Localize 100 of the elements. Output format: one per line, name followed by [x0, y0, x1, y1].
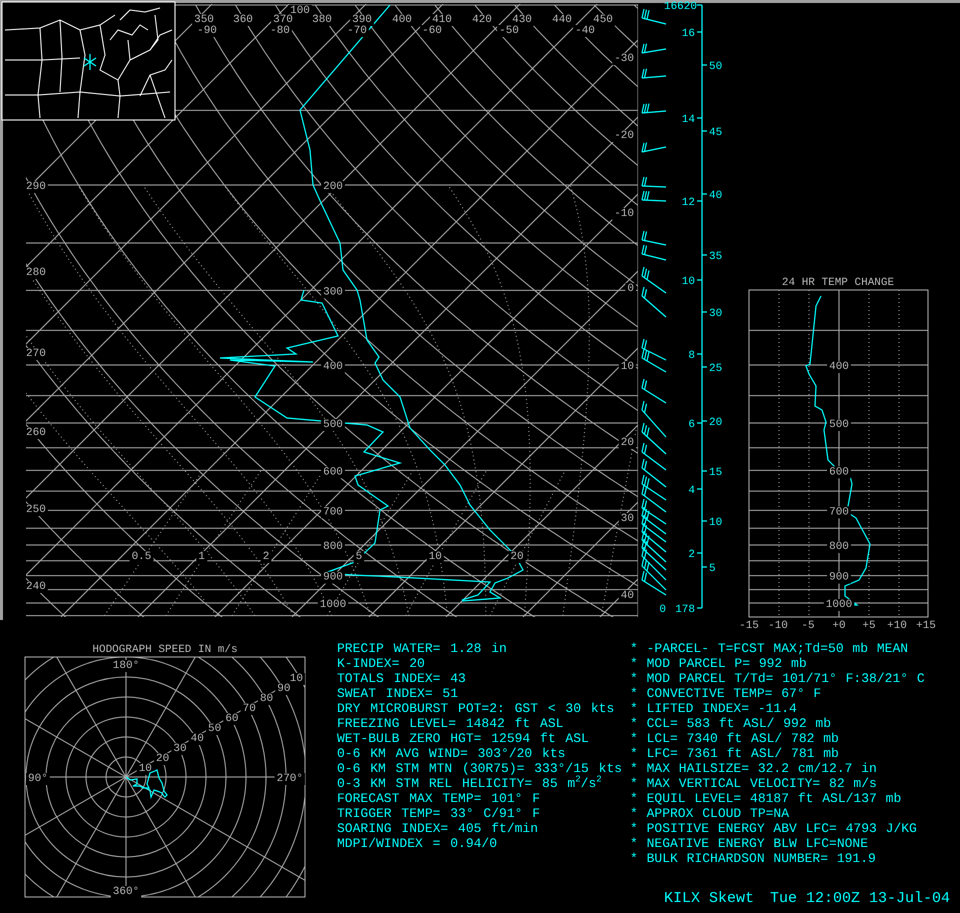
speed-label: 80	[260, 693, 274, 705]
theta-label: 420	[472, 14, 492, 26]
axis-label: -10	[768, 620, 788, 630]
sounding-index-text: MDPI/WINDEX = 0.94/0	[337, 836, 498, 851]
chart-title: 24 HR TEMP CHANGE	[782, 277, 894, 289]
sounding-index-text: 0-6 KM AVG WIND= 303°/20 kts	[337, 746, 566, 761]
axis-label: +0	[832, 620, 846, 630]
temperature-label: -90	[197, 25, 217, 37]
height-kft-label: 50	[709, 61, 722, 73]
pressure-label: 800	[829, 541, 849, 554]
axis-label: -15	[739, 620, 759, 630]
pressure-label: 500	[323, 419, 343, 431]
speed-label: 50	[208, 723, 222, 735]
pressure-label: 700	[829, 506, 849, 518]
sounding-index-text: 0-6 KM STM MTN (30R75)= 333°/15 kts	[337, 761, 624, 776]
pressure-label: 1000	[320, 599, 346, 611]
mixing-ratio-label: 5	[356, 551, 362, 563]
temperature-label: -70	[347, 25, 367, 37]
temperature-label: -50	[499, 25, 519, 37]
direction-label: 360°	[112, 886, 140, 898]
speed-label: 10	[290, 673, 303, 685]
theta-label: 290	[26, 181, 46, 193]
height-km-label: 16	[682, 28, 695, 40]
sounding-index-text: DRY MICROBURST POT=2: GST < 30 kts	[337, 701, 616, 716]
speed-label: 40	[190, 733, 204, 745]
parcel-index-text: * MAX HAILSIZE= 32.2 cm/12.7 in	[630, 761, 878, 776]
theta-label: 380	[312, 14, 332, 26]
sounding-index-text: K-INDEX= 20	[337, 656, 426, 671]
height-kft-label: 30	[709, 308, 722, 320]
isotherm-label: -20	[614, 130, 634, 142]
speed-label: 20	[156, 753, 170, 765]
direction-label: 180°	[112, 660, 140, 672]
pressure-label: 900	[829, 572, 849, 584]
pressure-label: 400	[323, 361, 343, 374]
height-km-label: 8	[688, 350, 695, 362]
sounding-index-text: TOTALS INDEX= 43	[337, 671, 467, 686]
pressure-label: 900	[323, 572, 343, 584]
theta-label: 390	[352, 14, 372, 26]
direction-label: 90°	[28, 773, 48, 785]
theta-label: 410	[432, 14, 452, 26]
pressure-label: 600	[829, 466, 849, 478]
height-kft-label: 40	[709, 190, 722, 202]
pressure-label: 200	[323, 181, 343, 194]
height-km-label: 10	[682, 276, 695, 288]
isotherm-label: 10	[620, 361, 634, 373]
direction-label: 270°	[276, 773, 303, 785]
pressure-label: 1000	[826, 599, 852, 611]
isotherm-label: 20	[620, 437, 634, 449]
parcel-index-text: * APPROX CLOUD TP=NA	[630, 806, 790, 821]
mixing-ratio-label: 20	[510, 551, 524, 563]
height-kft-label: 15	[709, 467, 722, 479]
height-label: 16620	[664, 1, 697, 13]
theta-label: 270	[26, 348, 46, 360]
sounding-index-text: FREEZING LEVEL= 14842 ft ASL	[337, 716, 564, 731]
mixing-ratio-label: 0.5	[132, 551, 152, 563]
mixing-ratio-label: 10	[428, 551, 442, 563]
sounding-index-text: TRIGGER TEMP= 33° C/91° F	[337, 806, 542, 821]
speed-label: 30	[173, 743, 187, 755]
height-kft-label: 5	[709, 563, 716, 575]
sounding-index-text: FORECAST MAX TEMP= 101° F	[337, 791, 542, 806]
isotherm-label: 40	[620, 590, 634, 602]
sounding-index-text: 0-3 KM STM REL HELICITY= 85 m$^{2}$/s$^{2}$	[337, 776, 603, 791]
pressure-label: 300	[323, 286, 343, 298]
parcel-index-text: * LCL= 7340 ft ASL/ 782 mb	[630, 731, 840, 746]
isotherm-label: -10	[614, 208, 634, 220]
height-km-label: 12	[682, 197, 695, 209]
parcel-index-text: * MOD PARCEL P= 992 mb	[630, 656, 808, 671]
parcel-index-text: * EQUIL LEVEL= 48187 ft ASL/137 mb	[630, 791, 902, 806]
height-km-label: 6	[688, 419, 695, 431]
theta-label: 350	[194, 14, 214, 26]
date-time-text: Tue 12:00Z 13-Jul-04	[770, 890, 950, 907]
height-kft-label: 20	[709, 417, 722, 429]
isotherm-label: 0	[627, 283, 634, 295]
mixing-ratio-label: 2	[262, 551, 270, 563]
height-km-label: 14	[682, 114, 695, 126]
pressure-label: 800	[323, 541, 343, 554]
pressure-label: 400	[829, 361, 849, 374]
height-kft-label: 25	[709, 363, 722, 375]
theta-label: 430	[512, 14, 532, 26]
station-title: KILX Skewt	[664, 890, 754, 907]
isotherm-label: -30	[614, 53, 634, 65]
theta-label: 260	[26, 427, 46, 439]
theta-label: 370	[273, 14, 293, 26]
sounding-index-text: WET-BULB ZERO HGT= 12594 ft ASL	[337, 731, 590, 746]
parcel-index-text: * LFC= 7361 ft ASL/ 781 mb	[630, 746, 840, 761]
temperature-label: -80	[270, 25, 290, 37]
theta-label: 240	[26, 581, 46, 593]
speed-label: 70	[242, 703, 256, 715]
sounding-index-text: SOARING INDEX= 405 ft/min	[337, 821, 540, 836]
theta-label: 250	[26, 504, 46, 516]
hodograph-title: HODOGRAPH SPEED IN m/s	[92, 644, 238, 656]
theta-label: 360	[233, 14, 253, 26]
height-kft-label: 35	[709, 251, 722, 263]
theta-label: 450	[593, 14, 613, 26]
parcel-index-text: * -PARCEL- T=FCST MAX;Td=50 mb MEAN	[630, 641, 910, 656]
height-label: 178	[675, 604, 695, 616]
height-km-label: 0	[659, 604, 666, 616]
axis-label: +15	[916, 620, 936, 630]
temperature-label: -40	[575, 25, 595, 37]
parcel-index-text: * LIFTED INDEX= -11.4	[630, 701, 798, 716]
